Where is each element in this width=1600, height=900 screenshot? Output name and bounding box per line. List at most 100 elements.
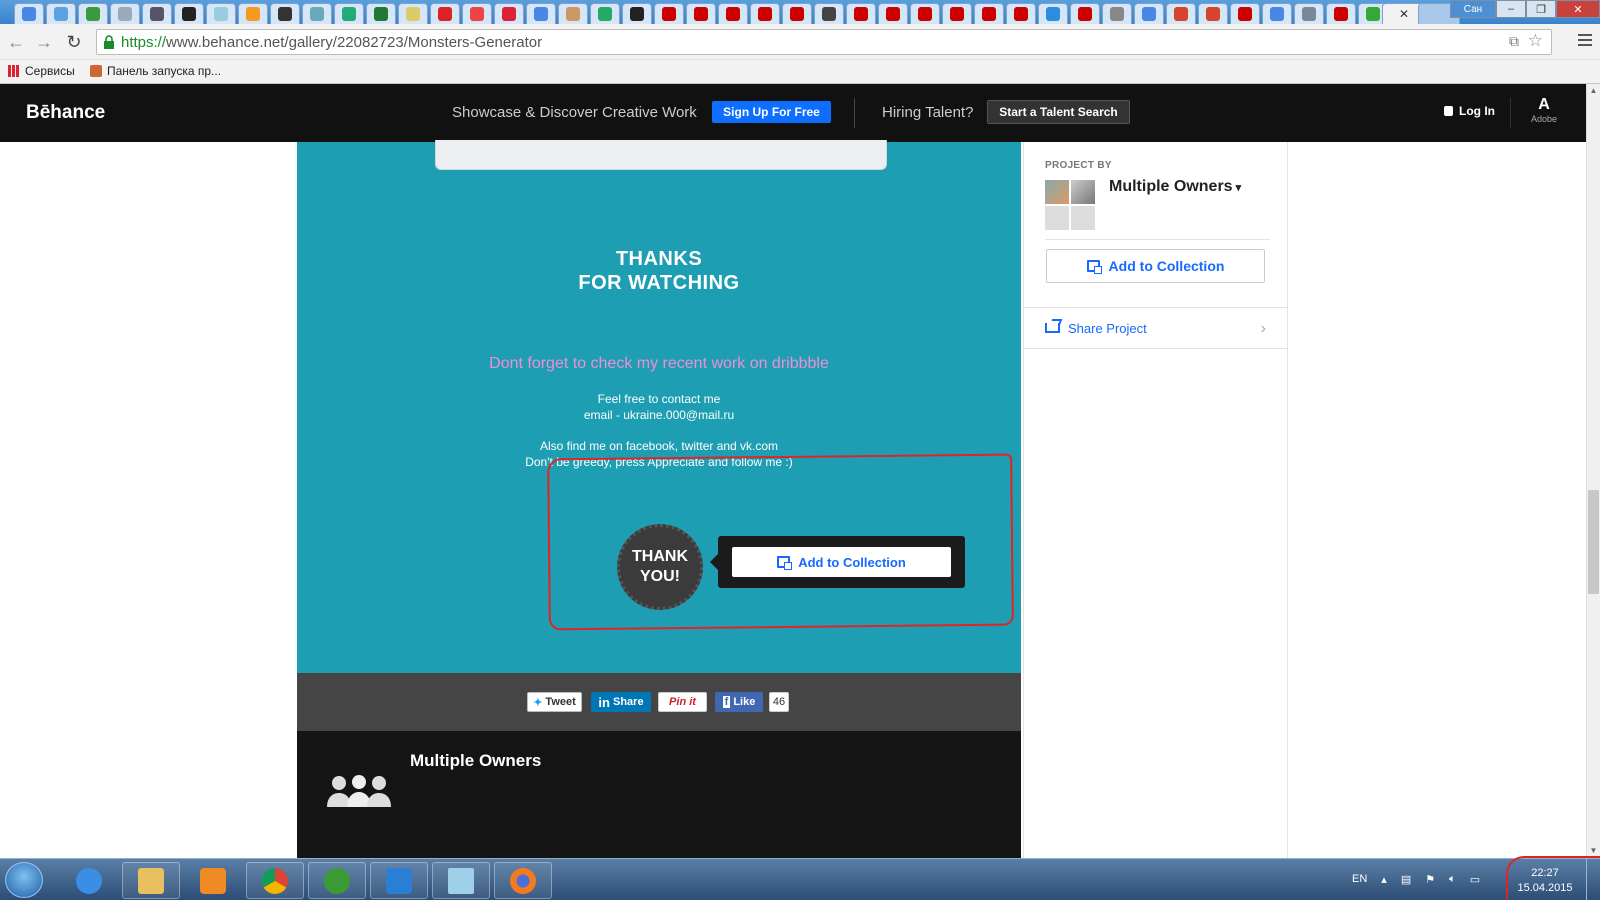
bookmark-star-icon[interactable]: ☆ — [1528, 31, 1543, 51]
browser-tab[interactable] — [622, 3, 652, 24]
bookmark-apps[interactable]: Сервисы — [8, 64, 75, 78]
browser-tab[interactable] — [942, 3, 972, 24]
browser-tab[interactable] — [558, 3, 588, 24]
facebook-icon: f — [722, 696, 731, 708]
browser-tab[interactable] — [110, 3, 140, 24]
chrome-taskbar-button[interactable] — [246, 862, 304, 899]
page-scrollbar[interactable]: ▲ ▼ — [1586, 84, 1600, 858]
browser-tab[interactable] — [1198, 3, 1228, 24]
owners-name[interactable]: Multiple Owners — [410, 751, 541, 771]
tweet-button[interactable]: ✦ Tweet — [527, 692, 582, 712]
browser-tab[interactable] — [366, 3, 396, 24]
thanks-line: THANKS — [615, 248, 703, 270]
browser-tab[interactable] — [494, 3, 524, 24]
browser-tab[interactable] — [1230, 3, 1260, 24]
browser-tab[interactable] — [142, 3, 172, 24]
play-icon — [200, 867, 226, 894]
network-icon[interactable]: ▤ — [1401, 873, 1411, 886]
browser-tab[interactable] — [1006, 3, 1036, 24]
share-project-link[interactable]: Share Project › — [1024, 307, 1287, 349]
behance-logo[interactable]: Bēhance — [26, 102, 105, 124]
language-indicator[interactable]: EN — [1352, 873, 1367, 886]
linkedin-share-button[interactable]: in Share — [591, 692, 651, 712]
browser-tab[interactable] — [846, 3, 876, 24]
scroll-thumb[interactable] — [1588, 490, 1599, 594]
close-icon[interactable]: ✕ — [1399, 7, 1409, 21]
browser-tab[interactable] — [1134, 3, 1164, 24]
browser-tab[interactable] — [238, 3, 268, 24]
media-player-taskbar-button[interactable] — [184, 862, 242, 899]
browser-tab[interactable] — [1262, 3, 1292, 24]
owner-avatars[interactable] — [1045, 180, 1095, 230]
show-desktop-button[interactable] — [1586, 859, 1600, 900]
browser-tab[interactable] — [590, 3, 620, 24]
flag-icon[interactable]: ⚑ — [1425, 873, 1435, 886]
url-text: https://www.behance.net/gallery/22082723… — [121, 34, 542, 51]
youtube-icon — [1078, 7, 1092, 21]
explorer-taskbar-button[interactable] — [122, 862, 180, 899]
browser-tab[interactable] — [526, 3, 556, 24]
tray-expand-icon[interactable]: ▴ — [1381, 873, 1387, 886]
sign-up-button[interactable]: Sign Up For Free — [712, 101, 831, 123]
maxthon-taskbar-button[interactable] — [370, 862, 428, 899]
menu-icon[interactable] — [1578, 34, 1592, 46]
display-icon[interactable]: ▭ — [1470, 873, 1480, 886]
browser-tab[interactable] — [398, 3, 428, 24]
address-bar[interactable]: https://www.behance.net/gallery/22082723… — [96, 29, 1552, 55]
browser-tab[interactable] — [814, 3, 844, 24]
sidebar-add-to-collection-button[interactable]: Add to Collection — [1046, 249, 1265, 283]
browser-tab[interactable] — [718, 3, 748, 24]
browser-tab[interactable] — [1070, 3, 1100, 24]
browser-tab[interactable] — [302, 3, 332, 24]
browser-tab[interactable] — [334, 3, 364, 24]
maxthon-icon — [386, 867, 412, 894]
bookmark-launchpad[interactable]: Панель запуска пр... — [90, 64, 221, 78]
firefox-taskbar-button[interactable] — [494, 862, 552, 899]
browser-tab[interactable] — [878, 3, 908, 24]
browser-tab[interactable] — [1326, 3, 1356, 24]
talent-search-button[interactable]: Start a Talent Search — [987, 100, 1130, 124]
window-controls: Сан – ❐ ✕ — [1450, 0, 1600, 20]
notepad-taskbar-button[interactable] — [432, 862, 490, 899]
ie-taskbar-button[interactable] — [60, 862, 118, 899]
firefox-icon — [510, 867, 536, 894]
maximize-button[interactable]: ❐ — [1526, 0, 1556, 18]
browser-tab[interactable] — [686, 3, 716, 24]
login-link[interactable]: Log In — [1444, 104, 1495, 118]
owners-dropdown[interactable]: Multiple Owners — [1109, 178, 1241, 196]
scroll-down-icon[interactable]: ▼ — [1588, 846, 1599, 856]
utorrent-taskbar-button[interactable] — [308, 862, 366, 899]
adobe-link[interactable]: A Adobe — [1528, 96, 1560, 124]
browser-tab[interactable] — [78, 3, 108, 24]
reload-icon[interactable]: ↻ — [64, 32, 84, 52]
browser-tab[interactable] — [750, 3, 780, 24]
browser-tab[interactable] — [1166, 3, 1196, 24]
emblem-icon — [1206, 7, 1220, 21]
pinterest-button[interactable]: Pin it — [658, 692, 707, 712]
volume-icon[interactable]: 🔈︎ — [1449, 873, 1456, 886]
browser-tab[interactable] — [46, 3, 76, 24]
close-window-button[interactable]: ✕ — [1556, 0, 1600, 18]
forward-arrow-icon[interactable]: → — [34, 32, 54, 52]
browser-tab[interactable] — [206, 3, 236, 24]
browser-tab[interactable] — [782, 3, 812, 24]
start-button[interactable] — [5, 862, 43, 898]
browser-tab[interactable] — [974, 3, 1004, 24]
browser-tab[interactable] — [430, 3, 460, 24]
scroll-up-icon[interactable]: ▲ — [1588, 86, 1599, 96]
browser-tab[interactable] — [654, 3, 684, 24]
browser-tab[interactable] — [1038, 3, 1068, 24]
browser-tab[interactable] — [270, 3, 300, 24]
facebook-like-button[interactable]: f Like — [715, 692, 763, 712]
browser-tab[interactable] — [462, 3, 492, 24]
browser-tab[interactable] — [1102, 3, 1132, 24]
minimize-button[interactable]: – — [1496, 0, 1526, 18]
divider — [1045, 239, 1270, 240]
browser-tab[interactable] — [1294, 3, 1324, 24]
translate-icon[interactable]: ⧉ — [1509, 33, 1519, 50]
browser-tab[interactable] — [174, 3, 204, 24]
user-button[interactable]: Сан — [1450, 0, 1496, 18]
browser-tab[interactable] — [14, 3, 44, 24]
browser-tab[interactable] — [910, 3, 940, 24]
back-arrow-icon[interactable]: ← — [6, 32, 26, 52]
